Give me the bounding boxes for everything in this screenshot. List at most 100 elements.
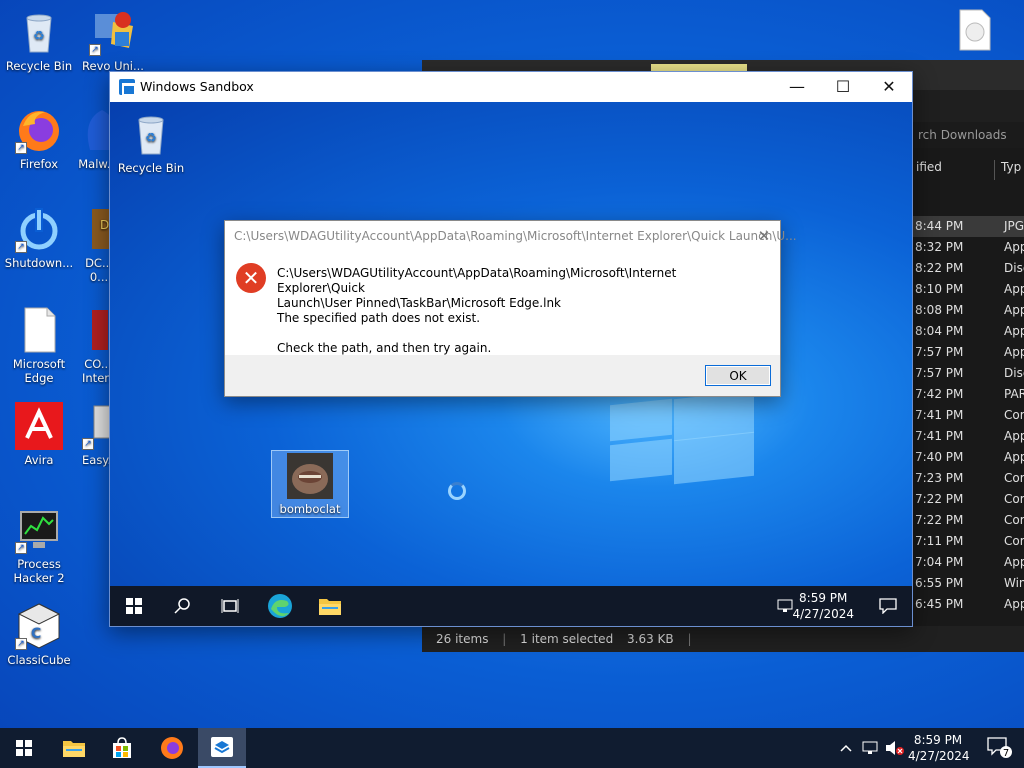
- explorer-file-row[interactable]: 8:22 PM Disc: [912, 258, 1024, 279]
- explorer-file-row[interactable]: 8:04 PM App: [912, 321, 1024, 342]
- ok-button[interactable]: OK: [705, 365, 771, 386]
- sandbox-recycle-label: Recycle Bin: [117, 161, 185, 175]
- file-label: bomboclat: [279, 502, 341, 516]
- host-clock-time: 8:59 PM: [913, 733, 963, 747]
- windows-logo-wallpaper: [610, 390, 758, 485]
- minimize-button[interactable]: —: [774, 72, 820, 102]
- desktop-icon-avira[interactable]: Avira: [0, 402, 78, 467]
- error-dialog[interactable]: C:\Users\WDAGUtilityAccount\AppData\Roam…: [224, 220, 797, 397]
- explorer-file-row[interactable]: 7:42 PM PAR: [912, 384, 1024, 405]
- sandbox-clock[interactable]: 8:59 PM 4/27/2024: [792, 590, 854, 622]
- desktop-icon-classicube[interactable]: C ↗ ClassiCube: [0, 602, 78, 667]
- file-row-time: 7:41 PM: [915, 429, 964, 443]
- file-row-time: 6:55 PM: [915, 576, 964, 590]
- dialog-message: C:\Users\WDAGUtilityAccount\AppData\Roam…: [277, 266, 757, 356]
- desktop-icon-process-hacker[interactable]: ↗ Process Hacker 2: [0, 506, 78, 585]
- explorer-file-row[interactable]: 7:04 PM App: [912, 552, 1024, 573]
- host-network-icon[interactable]: [858, 728, 884, 768]
- explorer-search-input[interactable]: rch Downloads: [912, 122, 1024, 148]
- desktop-icon-label: ClassiCube: [7, 653, 71, 667]
- svg-text:D: D: [100, 218, 109, 232]
- folder-icon: [319, 599, 341, 615]
- sandbox-titlebar[interactable]: Windows Sandbox — ☐ ✕: [110, 72, 912, 102]
- firefox-icon: [161, 737, 183, 759]
- explorer-file-row[interactable]: 7:40 PM App: [912, 447, 1024, 468]
- sandbox-recycle-bin[interactable]: ♻ Recycle Bin: [111, 110, 191, 175]
- sandbox-file-bomboclat[interactable]: bomboclat: [271, 450, 349, 518]
- message-path-line1: C:\Users\WDAGUtilityAccount\AppData\Roam…: [277, 266, 677, 295]
- blank-file-icon: [15, 306, 63, 354]
- file-row-time: 7:41 PM: [915, 408, 964, 422]
- file-row-type: PAR: [1004, 387, 1024, 401]
- dialog-body: ✕ C:\Users\WDAGUtilityAccount\AppData\Ro…: [225, 251, 780, 355]
- explorer-file-row[interactable]: 8:44 PM JPG: [912, 216, 1024, 237]
- host-start-button[interactable]: [0, 728, 48, 768]
- explorer-file-row[interactable]: 7:41 PM App: [912, 426, 1024, 447]
- col-date-modified[interactable]: ified: [916, 160, 942, 174]
- store-icon: [113, 737, 131, 758]
- host-clock-date: 4/27/2024: [908, 749, 970, 763]
- explorer-file-row[interactable]: 7:23 PM Cor: [912, 468, 1024, 489]
- explorer-file-row[interactable]: 7:41 PM Cor: [912, 405, 1024, 426]
- task-view-button[interactable]: [206, 586, 254, 626]
- explorer-file-row[interactable]: 7:22 PM Cor: [912, 510, 1024, 531]
- file-row-type: Cor: [1004, 492, 1024, 506]
- file-row-type: Disc: [1004, 366, 1024, 380]
- explorer-status-bar: 26 items | 1 item selected 3.63 KB |: [422, 626, 1024, 652]
- action-center-button[interactable]: [864, 586, 912, 626]
- volume-muted-icon[interactable]: [882, 728, 908, 768]
- svg-text:♻: ♻: [33, 29, 45, 44]
- svg-text:♻: ♻: [145, 131, 157, 146]
- host-taskbar: 8:59 PM 4/27/2024 7: [0, 728, 1024, 768]
- explorer-file-row[interactable]: 8:10 PM App: [912, 279, 1024, 300]
- status-item-count: 26 items: [436, 632, 489, 646]
- file-row-time: 7:22 PM: [915, 492, 964, 506]
- sandbox-app-icon: [119, 79, 136, 96]
- explorer-file-row[interactable]: 6:45 PM App: [912, 594, 1024, 615]
- host-taskbar-sandbox[interactable]: [198, 728, 246, 768]
- close-button[interactable]: ✕: [866, 72, 912, 102]
- file-row-time: 7:23 PM: [915, 471, 964, 485]
- explorer-file-row[interactable]: 7:11 PM Cor: [912, 531, 1024, 552]
- recycle-bin-icon: ♻: [15, 8, 63, 56]
- explorer-file-row[interactable]: 8:32 PM App: [912, 237, 1024, 258]
- dialog-titlebar[interactable]: C:\Users\WDAGUtilityAccount\AppData\Roam…: [225, 221, 797, 251]
- file-row-time: 7:40 PM: [915, 450, 964, 464]
- file-row-type: App: [1004, 555, 1024, 569]
- explorer-file-row[interactable]: 7:22 PM Cor: [912, 489, 1024, 510]
- file-row-time: 8:04 PM: [915, 324, 964, 338]
- file-row-time: 8:32 PM: [915, 240, 964, 254]
- host-taskbar-store[interactable]: [98, 728, 146, 768]
- explorer-file-row[interactable]: 6:55 PM Win: [912, 573, 1024, 594]
- search-button[interactable]: [158, 586, 206, 626]
- explorer-file-row[interactable]: 8:08 PM App: [912, 300, 1024, 321]
- host-taskbar-firefox[interactable]: [148, 728, 196, 768]
- dialog-close-button[interactable]: ✕: [754, 226, 774, 246]
- busy-spinner-icon: [448, 482, 466, 500]
- desktop-icon-firefox[interactable]: ↗ Firefox: [0, 106, 78, 171]
- desktop-file-icon[interactable]: [958, 8, 992, 52]
- explorer-file-row[interactable]: 7:57 PM App: [912, 342, 1024, 363]
- col-type[interactable]: Typ: [994, 160, 1021, 180]
- sandbox-taskbar: 8:59 PM 4/27/2024: [110, 586, 912, 626]
- desktop-icon-edge[interactable]: Microsoft Edge: [0, 306, 78, 385]
- notification-icon: 7: [987, 737, 1012, 759]
- start-button[interactable]: [110, 586, 158, 626]
- host-clock[interactable]: 8:59 PM 4/27/2024: [908, 732, 970, 764]
- taskbar-file-explorer[interactable]: [306, 586, 354, 626]
- host-action-center-button[interactable]: 7: [976, 728, 1024, 768]
- maximize-button[interactable]: ☐: [820, 72, 866, 102]
- classicube-icon: C ↗: [15, 602, 63, 650]
- message-error: The specified path does not exist.: [277, 311, 481, 325]
- taskbar-edge[interactable]: [256, 586, 304, 626]
- desktop-icon-revo[interactable]: ↗ Revo Uni...: [78, 8, 148, 73]
- file-row-time: 7:42 PM: [915, 387, 964, 401]
- explorer-file-row[interactable]: 7:57 PM Disc: [912, 363, 1024, 384]
- file-row-type: App: [1004, 345, 1024, 359]
- file-row-time: 7:57 PM: [915, 345, 964, 359]
- host-taskbar-file-explorer[interactable]: [50, 728, 98, 768]
- desktop-icon-shutdown[interactable]: ↗ Shutdown...: [0, 205, 78, 270]
- show-hidden-icons-button[interactable]: [834, 728, 858, 768]
- desktop-icon-recycle-bin[interactable]: ♻ Recycle Bin: [0, 8, 78, 73]
- sandbox-clock-time: 8:59 PM: [799, 591, 848, 605]
